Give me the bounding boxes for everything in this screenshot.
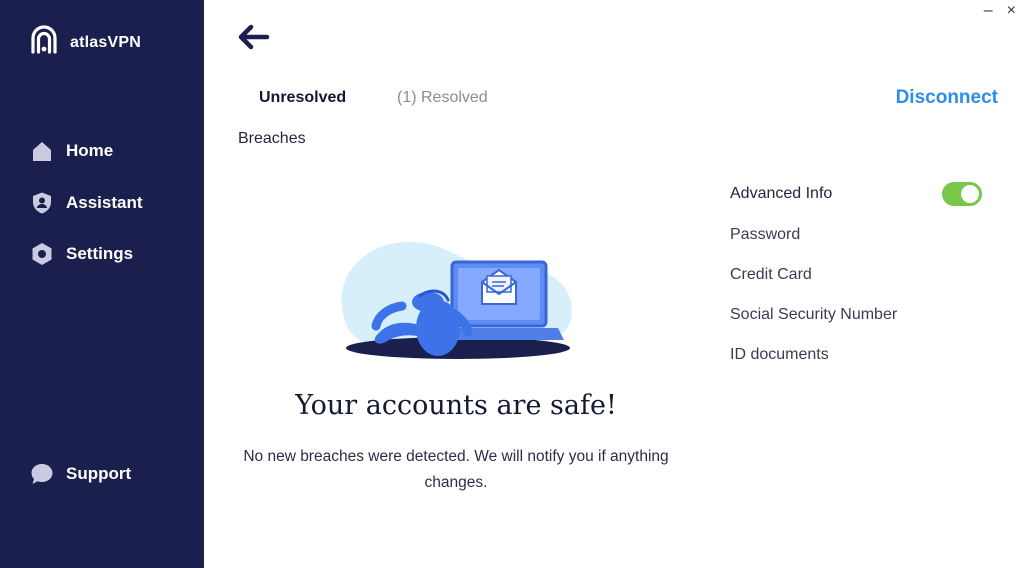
info-item-ssn: Social Security Number: [730, 306, 898, 323]
sidebar-item-assistant[interactable]: Assistant: [30, 191, 143, 215]
atlasvpn-logo-icon: [28, 24, 60, 61]
window-controls: – ×: [984, 2, 1016, 20]
advanced-info-row: Advanced Info: [730, 182, 982, 206]
brand: atlasVPN: [28, 24, 141, 61]
disconnect-button[interactable]: Disconnect: [896, 87, 998, 109]
sidebar-item-label: Assistant: [66, 193, 143, 212]
shield-user-icon: [30, 191, 54, 215]
app-name: atlasVPN: [70, 33, 141, 51]
section-title: Breaches: [238, 130, 306, 147]
advanced-info-toggle[interactable]: [942, 182, 982, 206]
safe-description: No new breaches were detected. We will n…: [243, 448, 669, 491]
chat-bubble-icon: [30, 462, 54, 486]
close-button[interactable]: ×: [1007, 2, 1016, 20]
safe-title: Your accounts are safe!: [295, 390, 617, 421]
sidebar-item-settings[interactable]: Settings: [30, 242, 133, 266]
info-item-id-documents: ID documents: [730, 346, 829, 363]
minimize-button[interactable]: –: [984, 2, 993, 20]
sidebar-item-label: Settings: [66, 244, 134, 263]
sidebar-item-label: Support: [66, 464, 132, 483]
sidebar-item-label: Home: [66, 141, 114, 160]
safe-illustration: [336, 236, 584, 364]
back-button[interactable]: [236, 22, 270, 52]
gear-icon: [30, 242, 54, 266]
info-item-password: Password: [730, 226, 801, 243]
sidebar-item-home[interactable]: Home: [30, 139, 113, 163]
info-item-credit-card: Credit Card: [730, 266, 812, 283]
sidebar: atlasVPN Home Assistant Settings Support: [0, 0, 204, 568]
sidebar-item-support[interactable]: Support: [30, 462, 131, 486]
advanced-info-label: Advanced Info: [730, 185, 833, 202]
home-icon: [30, 139, 54, 163]
arrow-left-icon: [236, 24, 270, 56]
tab-unresolved[interactable]: Unresolved: [259, 89, 346, 107]
tab-resolved[interactable]: (1) Resolved: [397, 89, 488, 107]
